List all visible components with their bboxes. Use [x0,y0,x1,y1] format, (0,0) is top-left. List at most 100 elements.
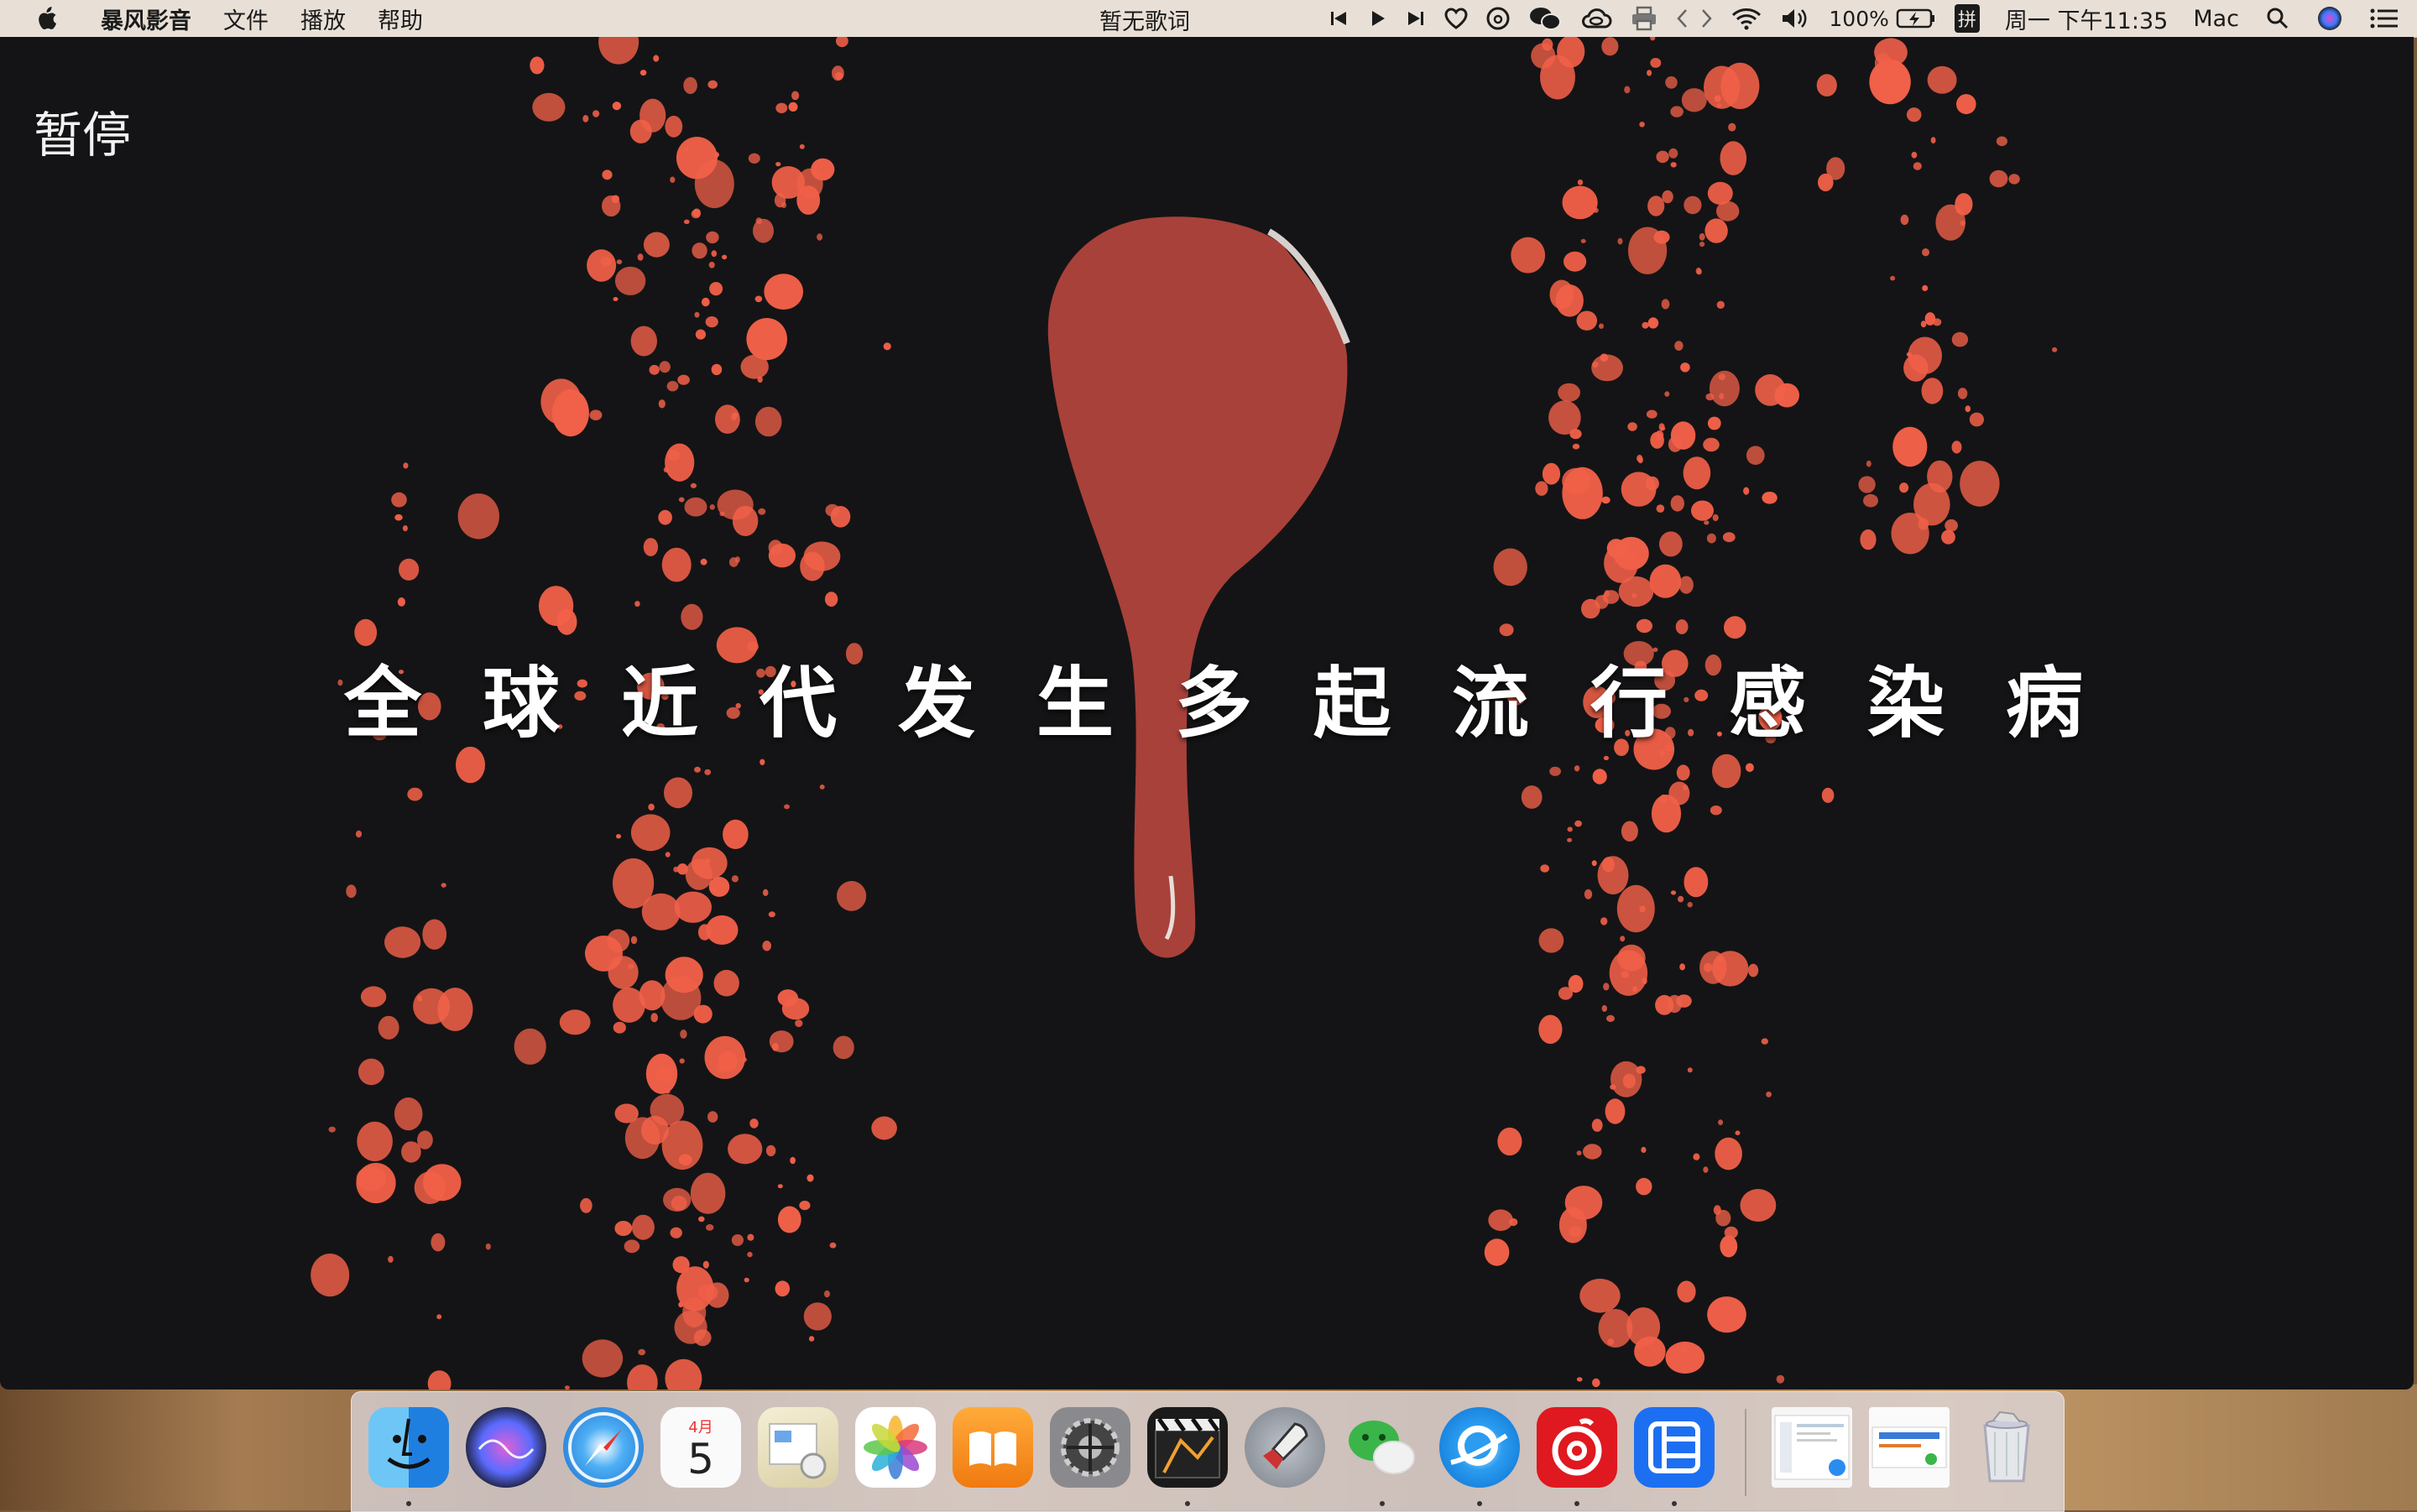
netease-music-icon[interactable] [1537,1407,1617,1488]
next-track-icon[interactable] [1406,8,1426,29]
finder-icon[interactable] [368,1407,449,1488]
splatter-dot [1706,533,1716,544]
iqiyi-list-icon[interactable] [1634,1407,1715,1488]
splatter-dot [1538,1014,1563,1045]
photos-icon[interactable] [855,1407,936,1488]
splatter-dot [1583,1144,1602,1160]
printer-icon[interactable] [1631,6,1657,31]
splatter-dot [401,1141,421,1163]
splatter-dot [744,1277,749,1283]
splatter-dot [1665,76,1678,89]
splatter-dot [437,988,473,1031]
splatter-dot [777,1206,801,1233]
splatter-dot [399,558,420,581]
recent-document-2-icon[interactable] [1869,1407,1950,1488]
siri-icon[interactable] [466,1407,546,1488]
splatter-dot [1488,1209,1513,1231]
splatter-dot [1656,504,1665,513]
calendar-icon[interactable]: 4月 5 [660,1407,741,1488]
splatter-dot [661,547,692,582]
lyrics-status[interactable]: 暂无歌词 [1099,3,1190,36]
notification-center-icon[interactable] [2370,8,2399,29]
apple-logo-icon[interactable] [35,6,57,31]
splatter-dot [1709,370,1740,407]
splatter-dot [650,1013,658,1023]
recent-document-1-icon[interactable] [1772,1407,1852,1488]
splatter-dot [1572,443,1580,450]
splatter-dot [734,556,740,563]
splatter-dot [658,399,666,409]
menu-bar: 暴风影音 文件 播放 帮助 暂无歌词 100% 拼 周一 下午11:35 Mac [0,0,2417,38]
system-preferences-icon[interactable] [1050,1407,1130,1488]
splatter-dot [1720,1235,1738,1258]
previous-track-icon[interactable] [1329,8,1349,29]
safari-icon[interactable] [563,1407,644,1488]
splatter-dot [1592,361,1599,368]
splatter-dot [670,1227,682,1238]
menu-playback[interactable]: 播放 [300,3,346,35]
preview-icon[interactable] [758,1407,838,1488]
splatter-dot [1600,353,1609,362]
clock[interactable]: 周一 下午11:35 [2005,3,2168,35]
qq-browser-icon[interactable] [1439,1407,1520,1488]
splatter-dot [871,1116,897,1140]
splatter-dot [1924,312,1936,326]
splatter-dot [532,92,566,122]
splatter-dot [749,1118,759,1129]
splatter-dot [1906,352,1913,357]
trash-icon[interactable] [1966,1407,2047,1488]
splatter-dot [1712,753,1741,789]
splatter-dot [1680,362,1690,373]
splatter-dot [1989,169,2008,188]
splatter-dot [655,1067,673,1082]
splatter-dot [748,153,760,164]
ibooks-icon[interactable] [953,1407,1033,1488]
heart-icon[interactable] [1444,8,1468,29]
splatter-dot [707,80,718,89]
wifi-icon[interactable] [1731,7,1762,30]
pause-status-label[interactable]: 暂停 [34,96,131,166]
splatter-dot [1636,1177,1652,1196]
user-name[interactable]: Mac [2193,6,2239,32]
splatter-dot [1538,928,1564,953]
splatter-dot [764,274,803,310]
splatter-dot [1535,481,1548,496]
battery-charging-icon[interactable] [1896,8,1936,29]
netease-music-icon[interactable] [1486,7,1510,30]
splatter-dot [829,1242,837,1249]
wechat-icon[interactable] [1342,1407,1423,1488]
menu-file[interactable]: 文件 [223,3,269,35]
final-cut-pro-icon[interactable] [1147,1407,1228,1488]
splatter-dot [1704,65,1741,109]
splatter-dot [1511,237,1546,274]
splatter-dot [427,1370,452,1389]
splatter-dot [1908,336,1942,374]
splatter-dot [1521,785,1543,809]
splatter-dot [1766,1091,1772,1098]
splatter-dot [1748,963,1759,978]
splatter-dot [1693,1153,1700,1160]
video-player-window[interactable]: 暂停 全球近代发生多起流行感染病 [0,37,2414,1389]
splatter-dot [803,541,841,571]
play-icon[interactable] [1367,8,1387,29]
splatter-dot [2052,347,2058,352]
splatter-dot [1691,500,1714,521]
splatter-dot [1707,1296,1746,1333]
splatter-dot [1642,321,1649,329]
battery-percent[interactable]: 100% [1829,7,1888,31]
wechat-icon[interactable] [1528,6,1562,31]
search-icon[interactable] [2266,7,2289,30]
volume-icon[interactable] [1780,7,1810,30]
splatter-dot [723,819,749,850]
splatter-dot [665,1358,702,1389]
menu-app-name[interactable]: 暴风影音 [101,3,191,35]
code-brackets-icon[interactable] [1676,8,1713,29]
launchpad-icon[interactable] [1245,1407,1325,1488]
splatter-dot [1664,391,1670,397]
siri-icon[interactable] [2316,5,2343,32]
splatter-dot [1716,300,1725,309]
creative-cloud-icon[interactable] [1580,7,1612,30]
menu-help[interactable]: 帮助 [378,3,423,35]
splatter-dot [530,56,545,75]
input-method-indicator[interactable]: 拼 [1954,4,1980,33]
